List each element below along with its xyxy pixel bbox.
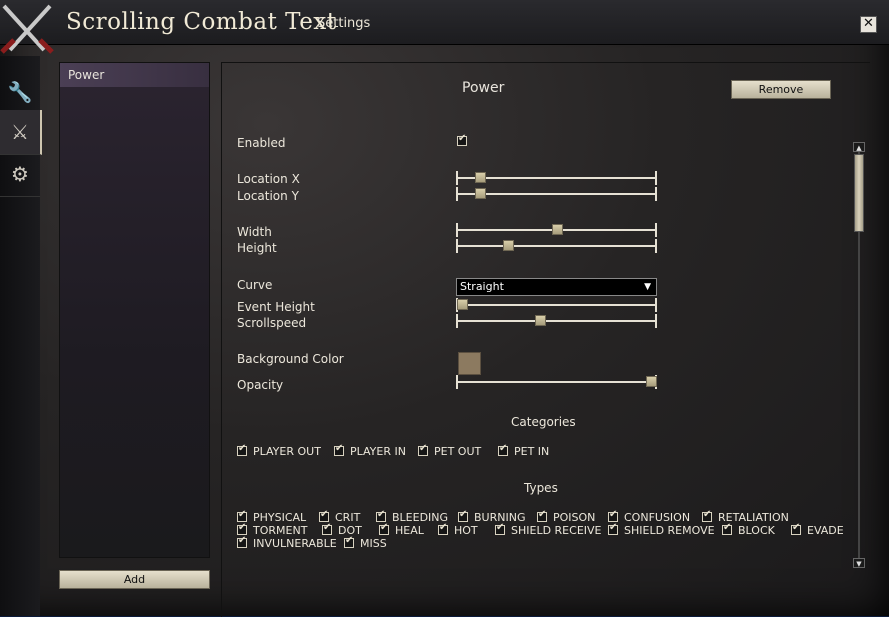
slider-thumb[interactable] <box>551 224 563 235</box>
enabled-label: Enabled <box>237 136 286 150</box>
type-burning[interactable]: BURNING <box>458 509 525 524</box>
scroll-down-icon[interactable]: ▼ <box>853 558 865 568</box>
tab-general[interactable]: 🔧 <box>0 70 40 115</box>
type-torment[interactable]: TORMENT <box>237 522 307 537</box>
curve-value: Straight <box>460 280 504 293</box>
location-x-slider[interactable] <box>456 171 657 185</box>
slider-thumb[interactable] <box>645 376 657 387</box>
background-color-label: Background Color <box>237 352 344 366</box>
height-label: Height <box>237 241 277 255</box>
curve-select[interactable]: Straight ▼ <box>456 278 657 296</box>
type-poison[interactable]: POISON <box>537 509 595 524</box>
type-evade[interactable]: EVADE <box>791 522 844 537</box>
main-scrollbar[interactable]: ▲ ▼ <box>853 142 865 568</box>
crossed-swords-logo-icon <box>0 4 54 54</box>
categories-heading: Categories <box>511 415 576 429</box>
scrollspeed-label: Scrollspeed <box>237 316 307 330</box>
types-heading: Types <box>524 481 558 495</box>
sidebar-tabs: 🔧 ⚔ ⚙ <box>0 56 42 616</box>
window-title: Scrolling Combat Text <box>66 9 337 35</box>
settings-window: Scrolling Combat Text Settings ✕ 🔧 ⚔ ⚙ P… <box>0 0 889 617</box>
scrollspeed-slider[interactable] <box>456 314 657 328</box>
add-button[interactable]: Add <box>59 570 210 589</box>
window-subtitle: Settings <box>317 16 371 31</box>
close-button[interactable]: ✕ <box>860 16 877 33</box>
curve-label: Curve <box>237 278 273 292</box>
slider-thumb[interactable] <box>457 299 469 310</box>
crossed-swords-icon: ⚔ <box>11 120 29 144</box>
opacity-slider[interactable] <box>456 375 657 389</box>
type-shield-remove[interactable]: SHIELD REMOVE <box>608 522 715 537</box>
category-pet-out[interactable]: PET OUT <box>418 443 481 458</box>
category-pet-in[interactable]: PET IN <box>498 443 549 458</box>
slider-thumb[interactable] <box>475 188 487 199</box>
slider-thumb[interactable] <box>535 315 547 326</box>
type-dot[interactable]: DOT <box>322 522 362 537</box>
scroll-up-icon[interactable]: ▲ <box>853 142 865 152</box>
tab-combat-text[interactable]: ⚔ <box>0 110 42 155</box>
type-invulnerable[interactable]: INVULNERABLE <box>237 535 337 550</box>
tab-settings[interactable]: ⚙ <box>0 152 40 197</box>
slider-thumb[interactable] <box>503 240 515 251</box>
opacity-label: Opacity <box>237 378 284 392</box>
wrench-icon: 🔧 <box>7 80 33 104</box>
profile-list: Power <box>59 62 210 558</box>
location-y-slider[interactable] <box>456 187 657 201</box>
location-y-label: Location Y <box>237 189 299 203</box>
type-heal[interactable]: HEAL <box>379 522 424 537</box>
height-slider[interactable] <box>456 239 657 253</box>
list-item-power[interactable]: Power <box>60 63 209 87</box>
category-player-out[interactable]: PLAYER OUT <box>237 443 321 458</box>
title-bar[interactable]: Scrolling Combat Text Settings ✕ <box>0 0 889 54</box>
category-player-in[interactable]: PLAYER IN <box>334 443 406 458</box>
background-color-swatch[interactable] <box>458 352 481 375</box>
panel-title: Power <box>462 80 505 96</box>
event-height-slider[interactable] <box>456 298 657 312</box>
event-height-label: Event Height <box>237 300 315 314</box>
type-retaliation[interactable]: RETALIATION <box>702 509 789 524</box>
gear-icon: ⚙ <box>11 162 29 186</box>
type-physical[interactable]: PHYSICAL <box>237 509 306 524</box>
width-label: Width <box>237 225 272 239</box>
width-slider[interactable] <box>456 223 657 237</box>
slider-thumb[interactable] <box>475 172 487 183</box>
type-hot[interactable]: HOT <box>438 522 478 537</box>
chevron-down-icon: ▼ <box>644 282 651 292</box>
type-miss[interactable]: MISS <box>344 535 387 550</box>
enabled-checkbox[interactable] <box>457 133 467 146</box>
remove-button[interactable]: Remove <box>731 80 831 99</box>
type-block[interactable]: BLOCK <box>722 522 775 537</box>
location-x-label: Location X <box>237 172 300 186</box>
type-shield-receive[interactable]: SHIELD RECEIVE <box>495 522 602 537</box>
type-confusion[interactable]: CONFUSION <box>608 509 690 524</box>
scroll-thumb[interactable] <box>854 154 864 232</box>
